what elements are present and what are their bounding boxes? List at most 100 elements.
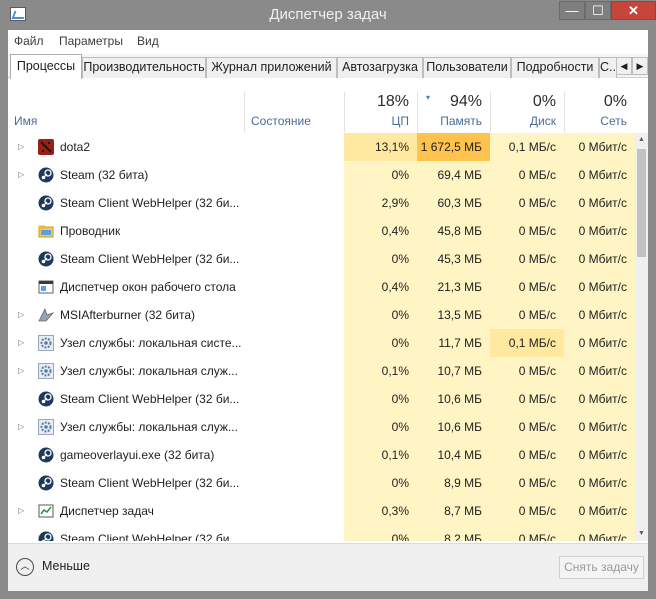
process-row[interactable]: ▷ dota2 13,1% 1 672,5 МБ 0,1 МБ/с 0 Мбит/с — [8, 133, 635, 161]
menu-view[interactable]: Вид — [137, 34, 159, 48]
memory-usage-cell: 8,7 МБ — [417, 497, 490, 525]
column-header-name[interactable]: Имя — [8, 92, 244, 132]
tab-processes[interactable]: Процессы — [10, 54, 82, 79]
cpu-usage-cell: 2,9% — [344, 189, 417, 217]
process-row[interactable]: ▷ Узел службы: локальная служ... 0% 10,6 МБ… — [8, 413, 635, 441]
process-row[interactable]: ▷ MSIAfterburner (32 бита) 0% 13,5 МБ 0 МБ/с… — [8, 301, 635, 329]
disk-usage-cell: 0 МБ/с — [490, 469, 564, 497]
expand-arrow-icon[interactable]: ▷ — [18, 497, 28, 525]
minimize-button[interactable]: — — [559, 1, 585, 20]
network-total-percent: 0% — [603, 93, 627, 110]
memory-usage-cell: 45,8 МБ — [417, 217, 490, 245]
expand-arrow-icon[interactable]: ▷ — [18, 357, 28, 385]
header-corner — [635, 92, 648, 133]
network-usage-cell: 0 Мбит/с — [564, 497, 635, 525]
tab-scroll-right-button[interactable]: ▶ — [632, 57, 648, 75]
expand-arrow-icon[interactable]: ▷ — [18, 161, 28, 189]
network-usage-cell: 0 Мбит/с — [564, 189, 635, 217]
column-header-network[interactable]: 0% Сеть — [564, 92, 635, 132]
cpu-usage-cell: 0% — [344, 161, 417, 189]
process-row[interactable]: ▷ Узел службы: локальная служ... 0,1% 10,7 … — [8, 357, 635, 385]
cpu-usage-cell: 0% — [344, 301, 417, 329]
process-row[interactable]: Steam Client WebHelper (32 би... 2,9% 60,3… — [8, 189, 635, 217]
process-row[interactable]: ▷ Steam (32 бита) 0% 69,4 МБ 0 МБ/с 0 Мбит/с — [8, 161, 635, 189]
process-row[interactable]: ▷ Узел службы: локальная систе... 0% 11,7 М… — [8, 329, 635, 357]
task-manager-icon — [38, 503, 54, 519]
scrollbar-thumb[interactable] — [637, 149, 646, 257]
desktop-window-icon — [38, 279, 54, 295]
column-label-memory: Память — [440, 114, 482, 128]
menu-options[interactable]: Параметры — [59, 34, 123, 48]
steam-icon — [38, 447, 54, 463]
tab-startup[interactable]: Автозагрузка — [337, 57, 423, 78]
process-row[interactable]: gameoverlayui.exe (32 бита) 0,1% 10,4 МБ 0 … — [8, 441, 635, 469]
disk-usage-cell: 0 МБ/с — [490, 273, 564, 301]
expand-arrow-icon[interactable]: ▷ — [18, 301, 28, 329]
service-gear-icon — [38, 335, 54, 351]
tab-details[interactable]: Подробности — [511, 57, 599, 78]
end-task-button[interactable]: Снять задачу — [559, 556, 644, 579]
expand-arrow-icon[interactable]: ▷ — [18, 133, 28, 161]
steam-icon — [38, 391, 54, 407]
process-row[interactable]: Проводник 0,4% 45,8 МБ 0 МБ/с 0 Мбит/с — [8, 217, 635, 245]
memory-usage-cell: 45,3 МБ — [417, 245, 490, 273]
vertical-scrollbar[interactable]: ▲ ▼ — [635, 133, 648, 541]
steam-icon — [38, 167, 54, 183]
steam-icon — [38, 251, 54, 267]
process-name: Steam Client WebHelper (32 би... — [60, 392, 240, 406]
disk-usage-cell: 0,1 МБ/с — [490, 133, 564, 161]
memory-usage-cell: 10,4 МБ — [417, 441, 490, 469]
column-header-memory[interactable]: ▾ 94% Память — [417, 92, 490, 132]
column-header-cpu[interactable]: 18% ЦП — [344, 92, 417, 132]
title-bar[interactable]: Диспетчер задач — ☐ ✕ — [0, 0, 656, 30]
scroll-down-icon[interactable]: ▼ — [635, 527, 648, 541]
network-usage-cell: 0 Мбит/с — [564, 245, 635, 273]
memory-usage-cell: 10,7 МБ — [417, 357, 490, 385]
cpu-usage-cell: 0% — [344, 385, 417, 413]
process-row[interactable]: Диспетчер окон рабочего стола 0,4% 21,3 МБ… — [8, 273, 635, 301]
scroll-up-icon[interactable]: ▲ — [635, 133, 648, 147]
expand-arrow-icon[interactable]: ▷ — [18, 413, 28, 441]
expand-arrow-icon[interactable]: ▷ — [18, 329, 28, 357]
memory-usage-cell: 10,6 МБ — [417, 385, 490, 413]
service-gear-icon — [38, 419, 54, 435]
process-name: Steam Client WebHelper (32 би... — [60, 532, 240, 541]
process-row[interactable]: ▷ Диспетчер задач 0,3% 8,7 МБ 0 МБ/с 0 Мбит/с — [8, 497, 635, 525]
network-usage-cell: 0 Мбит/с — [564, 133, 635, 161]
tab-scroll-left-button[interactable]: ◀ — [616, 57, 632, 75]
menu-bar: Файл Параметры Вид — [8, 30, 648, 52]
memory-usage-cell: 8,2 МБ — [417, 525, 490, 541]
disk-usage-cell: 0,1 МБ/с — [490, 329, 564, 357]
process-name: Steam Client WebHelper (32 би... — [60, 476, 240, 490]
dota2-icon — [38, 139, 54, 155]
process-row[interactable]: Steam Client WebHelper (32 би... 0% 10,6 М… — [8, 385, 635, 413]
tab-app-history[interactable]: Журнал приложений — [206, 57, 337, 78]
process-row[interactable]: Steam Client WebHelper (32 би... 0% 8,9 МБ… — [8, 469, 635, 497]
memory-usage-cell: 8,9 МБ — [417, 469, 490, 497]
cpu-usage-cell: 0% — [344, 469, 417, 497]
column-header-status[interactable]: Состояние — [244, 92, 344, 132]
menu-file[interactable]: Файл — [14, 34, 44, 48]
chevron-up-icon: ︿ — [16, 558, 34, 576]
tab-users[interactable]: Пользователи — [423, 57, 511, 78]
process-row[interactable]: Steam Client WebHelper (32 би... 0% 8,2 МБ… — [8, 525, 635, 541]
disk-usage-cell: 0 МБ/с — [490, 245, 564, 273]
task-manager-window: Диспетчер задач — ☐ ✕ Файл Параметры Вид… — [0, 0, 656, 599]
network-usage-cell: 0 Мбит/с — [564, 273, 635, 301]
disk-usage-cell: 0 МБ/с — [490, 217, 564, 245]
cpu-usage-cell: 0,4% — [344, 273, 417, 301]
column-header-disk[interactable]: 0% Диск — [490, 92, 564, 132]
cpu-usage-cell: 0,1% — [344, 441, 417, 469]
memory-usage-cell: 10,6 МБ — [417, 413, 490, 441]
column-label-cpu: ЦП — [391, 114, 409, 128]
process-table-header: Имя Состояние 18% ЦП ▾ 94% Память 0% Дис… — [8, 92, 635, 132]
tab-services[interactable]: С... — [599, 57, 617, 78]
disk-usage-cell: 0 МБ/с — [490, 161, 564, 189]
maximize-button[interactable]: ☐ — [585, 1, 611, 20]
folder-icon — [38, 223, 54, 239]
close-button[interactable]: ✕ — [611, 1, 656, 20]
tab-performance[interactable]: Производительность — [82, 57, 206, 78]
process-name: dota2 — [60, 140, 91, 154]
process-row[interactable]: Steam Client WebHelper (32 би... 0% 45,3 М… — [8, 245, 635, 273]
column-label-disk: Диск — [529, 114, 556, 128]
